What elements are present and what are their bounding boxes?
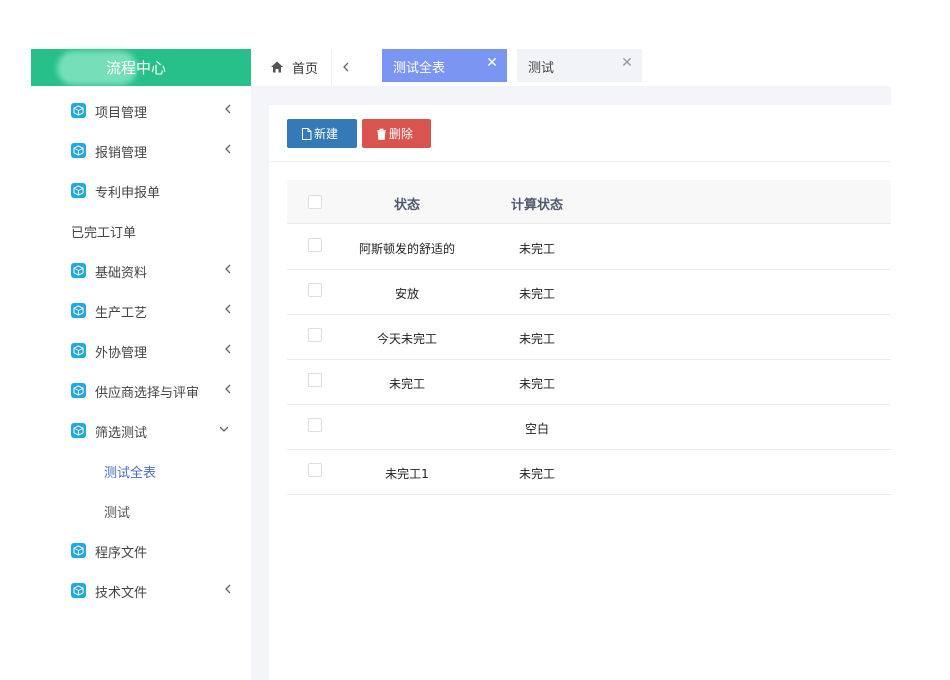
chevron-left-icon — [225, 584, 231, 594]
close-icon[interactable]: ✕ — [620, 56, 634, 70]
cube-icon — [71, 423, 86, 438]
chevron-left-icon — [225, 344, 231, 354]
chevron-left-icon — [225, 264, 231, 274]
cube-icon — [71, 103, 86, 118]
cell-calc-status: 未完工 — [518, 467, 555, 481]
table-header: 状态 计算状态 — [287, 180, 891, 224]
cell-status: 今天未完工 — [376, 332, 437, 346]
sidebar-item-completed-orders[interactable]: 已完工订单 — [31, 210, 251, 250]
cell-status: 阿斯顿发的舒适的 — [358, 242, 455, 256]
chevron-left-icon — [225, 304, 231, 314]
chevron-left-icon — [225, 104, 231, 114]
chevron-left-icon — [343, 62, 349, 72]
sidebar-item-label: 生产工艺 — [95, 306, 148, 321]
sidebar-item-production-process[interactable]: 生产工艺 — [31, 290, 251, 330]
cell-calc-status: 未完工 — [518, 242, 555, 256]
cube-icon — [71, 263, 86, 278]
cell-calc-status: 空白 — [524, 422, 549, 436]
table-row[interactable]: 阿斯顿发的舒适的 未完工 — [287, 225, 891, 270]
sidebar-item-label: 测试 — [104, 506, 131, 521]
sidebar-item-label: 测试全表 — [104, 466, 157, 481]
sidebar-item-label: 专利申报单 — [95, 186, 161, 201]
home-icon — [271, 61, 283, 73]
file-icon — [302, 127, 312, 140]
select-all-checkbox[interactable] — [308, 195, 322, 209]
cube-icon — [71, 183, 86, 198]
main-panel: 新建 删除 状态 计算状态 阿斯顿发的舒适的 未完工 安放 未完工 今天未完工 … — [269, 105, 891, 680]
tab-scroll-left-button[interactable] — [331, 49, 359, 86]
sidebar-item-program-files[interactable]: 程序文件 — [31, 530, 251, 570]
cell-calc-status: 未完工 — [518, 332, 555, 346]
table-row[interactable]: 今天未完工 未完工 — [287, 315, 891, 360]
row-checkbox[interactable] — [308, 238, 322, 252]
sidebar-item-supplier-review[interactable]: 供应商选择与评审 — [31, 370, 251, 410]
table-row[interactable]: 空白 — [287, 405, 891, 450]
delete-button-label: 删除 — [389, 127, 414, 141]
close-icon[interactable]: ✕ — [485, 56, 499, 70]
sidebar: 项目管理 报销管理 专利申报单 已完工订单 基础资料 生产工艺 外协管理 供应商… — [31, 86, 251, 680]
sidebar-subitem-test-full-table[interactable]: 测试全表 — [31, 450, 251, 490]
cell-status: 未完工 — [388, 377, 425, 391]
trash-icon — [377, 128, 386, 140]
row-checkbox[interactable] — [308, 328, 322, 342]
cube-icon — [71, 383, 86, 398]
sidebar-item-expense-management[interactable]: 报销管理 — [31, 130, 251, 170]
tab-bar: 首页 测试全表 ✕ 测试 ✕ — [251, 49, 891, 86]
tab-label: 测试全表 — [393, 61, 446, 76]
row-checkbox[interactable] — [308, 418, 322, 432]
app-logo: 流程中心 — [31, 49, 251, 86]
sidebar-item-project-management[interactable]: 项目管理 — [31, 90, 251, 130]
sidebar-item-basic-data[interactable]: 基础资料 — [31, 250, 251, 290]
cube-icon — [71, 543, 86, 558]
new-button-label: 新建 — [314, 127, 339, 141]
chevron-left-icon — [225, 144, 231, 154]
cube-icon — [71, 143, 86, 158]
table-row[interactable]: 未完工1 未完工 — [287, 450, 891, 495]
table-row[interactable]: 未完工 未完工 — [287, 360, 891, 405]
sidebar-item-label: 报销管理 — [95, 146, 148, 161]
sidebar-item-label: 基础资料 — [95, 266, 148, 281]
chevron-left-icon — [225, 384, 231, 394]
tab-test-full-table[interactable]: 测试全表 ✕ — [382, 49, 507, 82]
cell-status: 安放 — [394, 287, 419, 301]
tab-home-label: 首页 — [292, 62, 319, 77]
sidebar-item-label: 已完工订单 — [71, 226, 137, 241]
cube-icon — [71, 303, 86, 318]
tab-test[interactable]: 测试 ✕ — [517, 49, 642, 82]
sidebar-item-label: 供应商选择与评审 — [95, 386, 200, 401]
cell-status: 未完工1 — [385, 467, 429, 481]
cube-icon — [71, 343, 86, 358]
sidebar-subitem-test[interactable]: 测试 — [31, 490, 251, 530]
sidebar-item-label: 技术文件 — [95, 586, 148, 601]
table-row[interactable]: 安放 未完工 — [287, 270, 891, 315]
new-button[interactable]: 新建 — [287, 119, 357, 148]
sidebar-item-label: 筛选测试 — [95, 426, 148, 441]
sidebar-item-patent-application[interactable]: 专利申报单 — [31, 170, 251, 210]
row-checkbox[interactable] — [308, 283, 322, 297]
sidebar-item-filter-test[interactable]: 筛选测试 — [31, 410, 251, 450]
sidebar-item-label: 外协管理 — [95, 346, 148, 361]
row-checkbox[interactable] — [308, 463, 322, 477]
cell-calc-status: 未完工 — [518, 377, 555, 391]
app-title: 流程中心 — [106, 59, 167, 77]
tab-home[interactable]: 首页 — [251, 49, 331, 86]
sidebar-item-technical-files[interactable]: 技术文件 — [31, 570, 251, 610]
sidebar-item-label: 程序文件 — [95, 546, 148, 561]
sidebar-item-outsourcing-management[interactable]: 外协管理 — [31, 330, 251, 370]
chevron-down-icon — [219, 426, 229, 432]
header-calc-status: 计算状态 — [510, 198, 563, 213]
header-status: 状态 — [393, 198, 420, 213]
sidebar-item-label: 项目管理 — [95, 106, 148, 121]
cube-icon — [71, 583, 86, 598]
toolbar: 新建 删除 — [269, 105, 891, 162]
delete-button[interactable]: 删除 — [362, 119, 431, 148]
row-checkbox[interactable] — [308, 373, 322, 387]
cell-calc-status: 未完工 — [518, 287, 555, 301]
tab-label: 测试 — [528, 61, 555, 76]
